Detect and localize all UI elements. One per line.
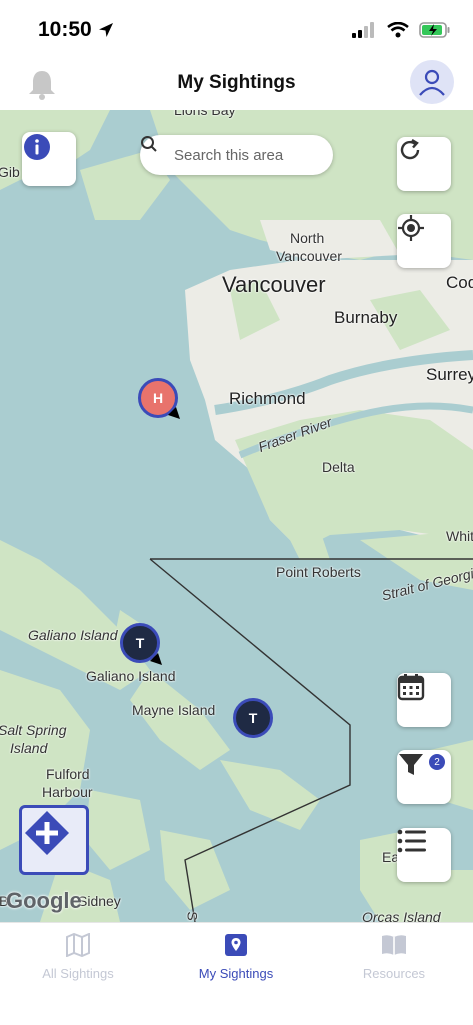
- location-arrow-icon: [99, 23, 113, 37]
- map-folded-icon: [66, 932, 90, 958]
- map-label-salt-spring-1: Salt Spring: [0, 722, 67, 738]
- map-label-north-vancouver-2: Vancouver: [276, 248, 342, 264]
- map-label-orcas-island: Orcas Island: [362, 909, 441, 922]
- my-location-button[interactable]: [397, 214, 451, 268]
- status-bar: 10:50: [0, 0, 473, 60]
- marker-letter: T: [248, 710, 258, 726]
- map-label-point-roberts: Point Roberts: [276, 564, 361, 580]
- tab-label: All Sightings: [42, 966, 114, 981]
- filter-funnel-icon: [399, 754, 423, 775]
- map-label-lions-bay: Lions Bay: [174, 110, 236, 118]
- map-label-surrey: Surrey: [426, 365, 473, 384]
- marker-pointer: [150, 653, 162, 665]
- profile-avatar-button[interactable]: [410, 60, 454, 104]
- crosshair-location-icon: [398, 215, 424, 241]
- map-label-delta: Delta: [322, 459, 355, 475]
- page-title: My Sightings: [177, 72, 296, 93]
- tab-resources[interactable]: Resources: [324, 933, 464, 981]
- map-label-salt-spring-2: Island: [10, 740, 48, 756]
- battery-charging-icon: [419, 22, 450, 38]
- map-label-whit: Whit: [446, 528, 473, 544]
- user-icon: [419, 69, 445, 96]
- marker-letter: H: [152, 390, 164, 406]
- map-label-richmond: Richmond: [229, 389, 306, 408]
- refresh-icon: [400, 138, 420, 160]
- navigation-bar: My Sightings: [0, 60, 473, 110]
- marker-letter: T: [135, 635, 145, 651]
- search-this-area-button[interactable]: Search this area: [140, 135, 333, 175]
- status-icons: [351, 22, 451, 38]
- map-label-fulford-2: Harbour: [42, 784, 93, 800]
- info-button[interactable]: [22, 132, 76, 186]
- list-view-button[interactable]: [397, 828, 451, 882]
- map-label-sidney: Sidney: [78, 893, 121, 909]
- map-label-burnaby: Burnaby: [334, 308, 398, 327]
- filter-count-badge: 2: [429, 754, 445, 770]
- list-icon: [397, 829, 426, 853]
- tab-label: My Sightings: [198, 966, 274, 981]
- open-book-icon: [382, 935, 406, 955]
- cellular-signal-icon: [352, 22, 374, 38]
- map-label-s: S: [184, 911, 201, 921]
- search-placeholder: Search this area: [174, 146, 284, 164]
- map-view[interactable]: Lions Bay Gib North Vancouver Vancouver …: [0, 110, 473, 922]
- refresh-button[interactable]: [397, 137, 451, 191]
- map-label-north-vancouver-1: North: [290, 230, 325, 246]
- calendar-icon: [397, 674, 425, 701]
- add-sighting-button[interactable]: [19, 805, 89, 875]
- add-diamond-icon: [25, 811, 69, 855]
- google-logo: Google: [6, 888, 82, 913]
- map-pin-icon: [225, 934, 247, 956]
- tab-my-sightings[interactable]: My Sightings: [166, 933, 306, 981]
- tab-all-sightings[interactable]: All Sightings: [8, 932, 148, 981]
- tab-label: Resources: [362, 966, 426, 981]
- map-label-mayne-island: Mayne Island: [132, 702, 216, 718]
- sighting-marker-t[interactable]: T: [233, 698, 273, 738]
- map-label-galiano-island: Galiano Island: [86, 668, 176, 684]
- map-label-fulford-1: Fulford: [46, 766, 90, 782]
- map-label-coq: Coq: [446, 273, 473, 292]
- marker-pointer: [168, 407, 180, 419]
- map-label-gib: Gib: [0, 164, 20, 180]
- map-label-vancouver: Vancouver: [222, 272, 326, 297]
- tab-bar: All Sightings My Sightings Resources: [0, 922, 473, 1025]
- wifi-icon: [387, 22, 409, 38]
- info-icon: [24, 134, 50, 160]
- map-label-galiano-island-italic: Galiano Island: [28, 627, 118, 643]
- status-time: 10:50: [38, 18, 92, 41]
- filter-button[interactable]: 2: [397, 750, 451, 804]
- calendar-button[interactable]: [397, 673, 451, 727]
